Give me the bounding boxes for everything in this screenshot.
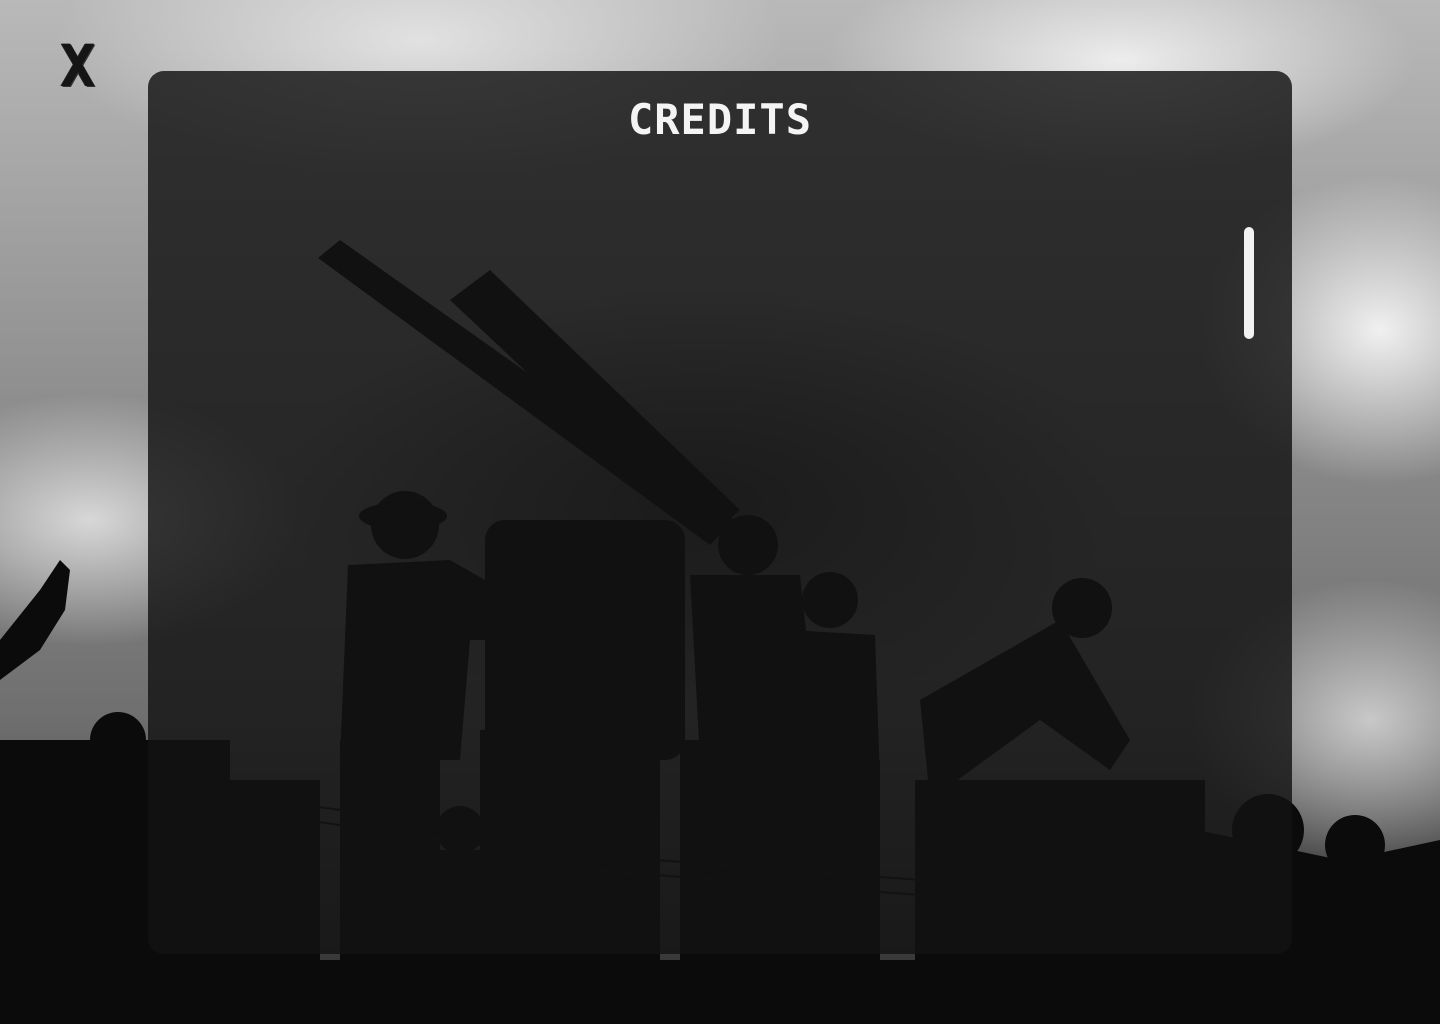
- close-icon: X: [60, 32, 96, 100]
- credits-panel: CREDITS: [148, 71, 1292, 954]
- credits-scroll-area[interactable]: [208, 181, 1212, 914]
- page-title: CREDITS: [627, 95, 812, 144]
- scrollbar-thumb[interactable]: [1244, 227, 1254, 339]
- close-button[interactable]: X: [50, 36, 106, 96]
